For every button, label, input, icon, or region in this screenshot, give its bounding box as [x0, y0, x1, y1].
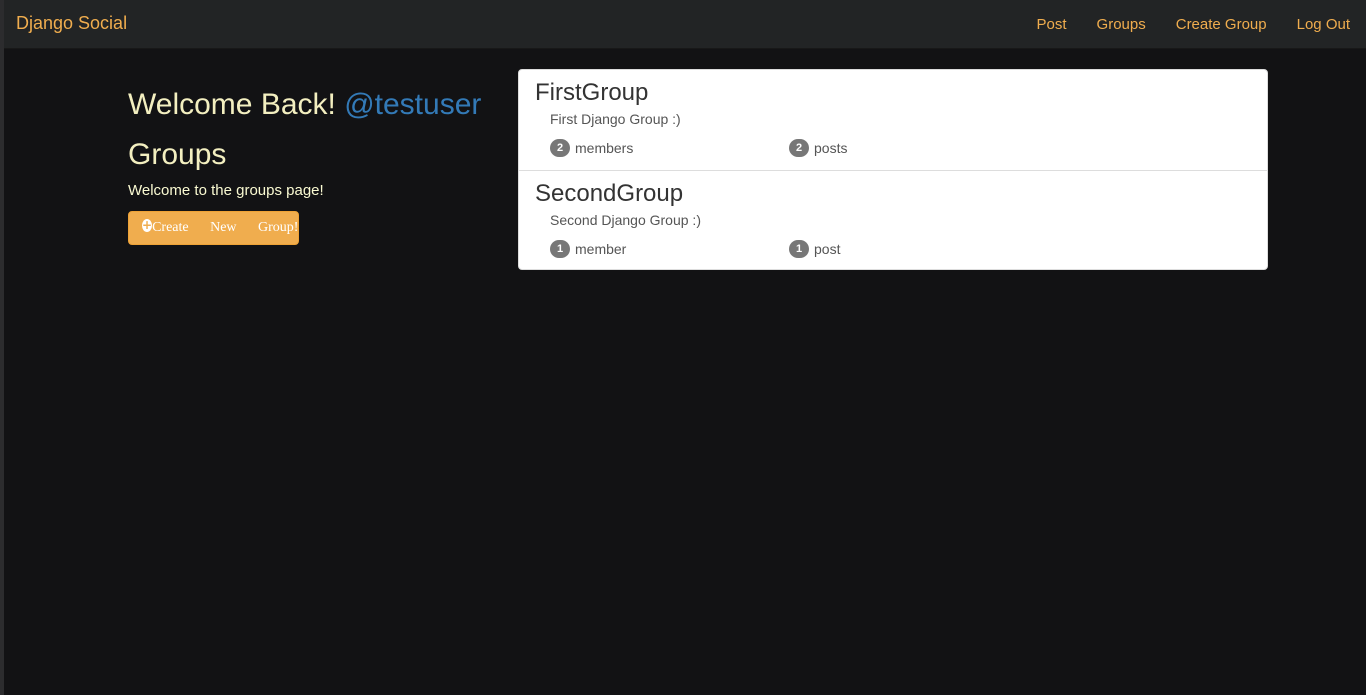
post-count-badge: 2: [789, 139, 809, 157]
welcome-username: @testuser: [344, 88, 482, 121]
sidebar: Welcome Back! @testuser Groups Welcome t…: [128, 84, 498, 245]
nav-link-post[interactable]: Post: [1022, 2, 1082, 48]
nav-link-groups[interactable]: Groups: [1082, 2, 1161, 48]
group-post-stat: 2 posts: [789, 139, 847, 157]
group-description: Second Django Group :): [550, 212, 701, 228]
post-label: post: [814, 241, 841, 257]
group-description: First Django Group :): [550, 111, 681, 127]
page-title: Groups: [128, 138, 227, 171]
create-new-group-button[interactable]: + Create New Group!: [128, 211, 299, 245]
member-count-badge: 1: [550, 240, 570, 258]
group-list-item[interactable]: SecondGroup Second Django Group :) 1 mem…: [519, 170, 1267, 269]
member-count-badge: 2: [550, 139, 570, 157]
create-new-group-label: Create New Group!: [152, 220, 299, 235]
navbar: Django Social Post Groups Create Group L…: [4, 0, 1366, 49]
group-list: FirstGroup First Django Group :) 2 membe…: [518, 69, 1268, 270]
group-post-stat: 1 post: [789, 240, 840, 258]
page-subtitle: Welcome to the groups page!: [128, 182, 324, 199]
group-stats: 1 member 1 post: [535, 240, 1251, 260]
group-member-stat: 2 members: [550, 139, 633, 157]
nav-link-log-out[interactable]: Log Out: [1282, 2, 1366, 48]
window-edge: [0, 0, 4, 695]
post-label: posts: [814, 140, 848, 156]
group-list-item[interactable]: FirstGroup First Django Group :) 2 membe…: [519, 70, 1267, 170]
post-count-badge: 1: [789, 240, 809, 258]
nav-link-create-group[interactable]: Create Group: [1161, 2, 1282, 48]
plus-circle-icon: +: [142, 217, 153, 232]
welcome-heading: Welcome Back! @testuser: [128, 84, 498, 126]
member-label: members: [575, 140, 634, 156]
group-member-stat: 1 member: [550, 240, 626, 258]
group-name: SecondGroup: [535, 180, 684, 207]
welcome-greeting: Welcome Back!: [128, 88, 336, 121]
group-name: FirstGroup: [535, 79, 649, 106]
nav-links: Post Groups Create Group Log Out: [1022, 0, 1366, 49]
member-label: member: [575, 241, 627, 257]
brand-link[interactable]: Django Social: [16, 13, 127, 34]
group-stats: 2 members 2 posts: [535, 139, 1251, 159]
